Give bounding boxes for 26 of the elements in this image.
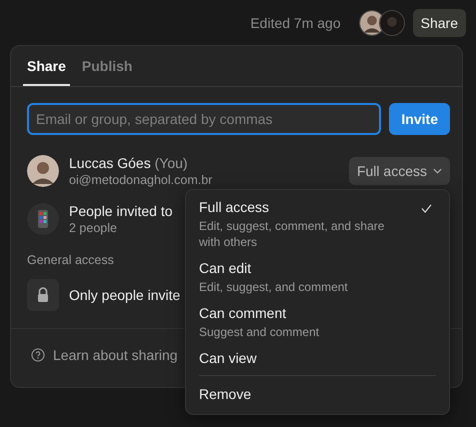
general-access-setting: Only people invite [69, 287, 180, 303]
section-label: General access [27, 253, 115, 267]
menu-item[interactable]: Can comment Suggest and comment [190, 300, 445, 345]
check-icon [421, 204, 432, 213]
share-button[interactable]: Share [412, 8, 466, 36]
user-email: oi@metodonaghol.com.br [69, 173, 212, 187]
invite-button[interactable]: Invite [389, 103, 450, 135]
caret-icon [433, 168, 442, 174]
tab[interactable]: Share [23, 46, 70, 86]
group-count: 2 people [69, 221, 117, 235]
phone-icon [27, 203, 59, 235]
user-name: Luccas Góes (You) [69, 155, 188, 171]
learn-link[interactable]: Learn about sharing [31, 347, 178, 363]
group-name: People invited to [69, 203, 173, 219]
menu-item[interactable]: Full access Edit, suggest, comment, and share with others [190, 194, 445, 255]
access-dropdown[interactable]: Full access [348, 157, 450, 185]
remove-menu-item[interactable]: Remove [190, 380, 445, 408]
help-icon [31, 348, 45, 362]
menu-item[interactable]: Can view [190, 345, 445, 371]
lock-icon [27, 279, 59, 311]
avatar-icon[interactable] [378, 10, 405, 36]
avatar-icon [27, 155, 59, 187]
menu-item[interactable]: Can edit Edit, suggest, and comment [190, 255, 445, 300]
tab[interactable]: Publish [78, 46, 136, 86]
edited-time: Edited 7m ago [250, 14, 341, 30]
email-input-field[interactable]: Email or group, separated by commas [27, 103, 382, 135]
